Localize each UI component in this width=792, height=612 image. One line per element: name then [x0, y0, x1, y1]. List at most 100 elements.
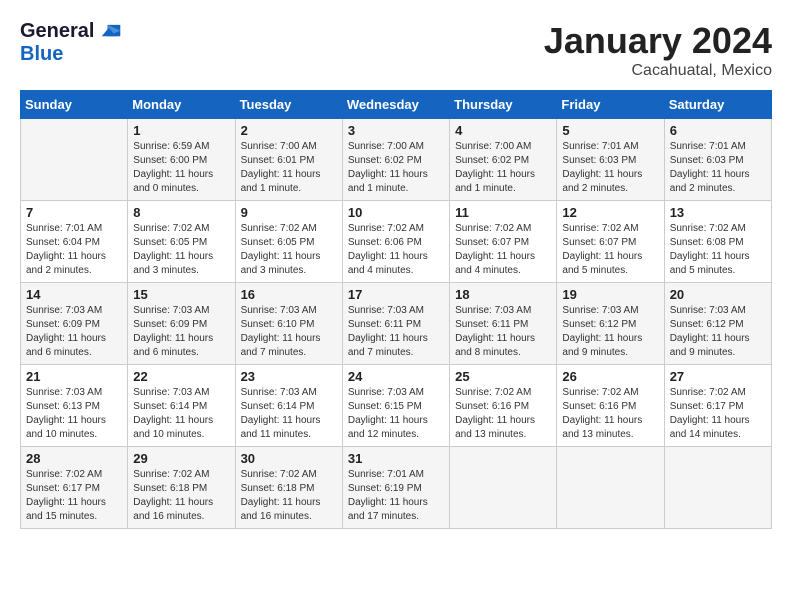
calendar-cell: [557, 447, 664, 529]
calendar-cell: 3 Sunrise: 7:00 AM Sunset: 6:02 PM Daylig…: [342, 119, 449, 201]
day-info: Sunrise: 7:02 AM Sunset: 6:08 PM Dayligh…: [670, 222, 766, 278]
header-monday: Monday: [128, 91, 235, 119]
day-info: Sunrise: 6:59 AM Sunset: 6:00 PM Dayligh…: [133, 140, 229, 196]
day-number: 26: [562, 369, 658, 384]
calendar-cell: 7 Sunrise: 7:01 AM Sunset: 6:04 PM Daylig…: [21, 201, 128, 283]
day-number: 30: [241, 451, 337, 466]
week-row-5: 28Sunrise: 7:02 AM Sunset: 6:17 PM Dayli…: [21, 447, 772, 529]
calendar-cell: 26 Sunrise: 7:02 AM Sunset: 6:16 PM Dayli…: [557, 365, 664, 447]
day-number: 13: [670, 205, 766, 220]
day-number: 4: [455, 123, 551, 138]
day-number: 11: [455, 205, 551, 220]
calendar-cell: 25 Sunrise: 7:02 AM Sunset: 6:16 PM Dayli…: [450, 365, 557, 447]
calendar-cell: 24 Sunrise: 7:03 AM Sunset: 6:15 PM Dayli…: [342, 365, 449, 447]
calendar-cell: 12 Sunrise: 7:02 AM Sunset: 6:07 PM Dayli…: [557, 201, 664, 283]
day-info: Sunrise: 7:02 AM Sunset: 6:05 PM Dayligh…: [241, 222, 337, 278]
calendar-cell: 8 Sunrise: 7:02 AM Sunset: 6:05 PM Daylig…: [128, 201, 235, 283]
day-info: Sunrise: 7:02 AM Sunset: 6:07 PM Dayligh…: [562, 222, 658, 278]
day-number: 7: [26, 205, 122, 220]
calendar-cell: 31Sunrise: 7:01 AM Sunset: 6:19 PM Dayli…: [342, 447, 449, 529]
day-info: Sunrise: 7:02 AM Sunset: 6:05 PM Dayligh…: [133, 222, 229, 278]
day-info: Sunrise: 7:03 AM Sunset: 6:14 PM Dayligh…: [241, 386, 337, 442]
week-row-1: 1Sunrise: 6:59 AM Sunset: 6:00 PM Daylig…: [21, 119, 772, 201]
day-info: Sunrise: 7:03 AM Sunset: 6:14 PM Dayligh…: [133, 386, 229, 442]
day-number: 3: [348, 123, 444, 138]
calendar-cell: 22 Sunrise: 7:03 AM Sunset: 6:14 PM Dayli…: [128, 365, 235, 447]
day-number: 27: [670, 369, 766, 384]
calendar-cell: 1Sunrise: 6:59 AM Sunset: 6:00 PM Daylig…: [128, 119, 235, 201]
day-info: Sunrise: 7:03 AM Sunset: 6:09 PM Dayligh…: [26, 304, 122, 360]
day-info: Sunrise: 7:02 AM Sunset: 6:17 PM Dayligh…: [670, 386, 766, 442]
logo-blue: Blue: [20, 43, 122, 66]
day-info: Sunrise: 7:02 AM Sunset: 6:18 PM Dayligh…: [241, 468, 337, 524]
day-info: Sunrise: 7:00 AM Sunset: 6:02 PM Dayligh…: [348, 140, 444, 196]
calendar-cell: [21, 119, 128, 201]
day-number: 19: [562, 287, 658, 302]
day-info: Sunrise: 7:00 AM Sunset: 6:02 PM Dayligh…: [455, 140, 551, 196]
header-tuesday: Tuesday: [235, 91, 342, 119]
day-number: 28: [26, 451, 122, 466]
week-row-3: 14 Sunrise: 7:03 AM Sunset: 6:09 PM Dayli…: [21, 283, 772, 365]
day-number: 15: [133, 287, 229, 302]
day-info: Sunrise: 7:02 AM Sunset: 6:07 PM Dayligh…: [455, 222, 551, 278]
day-number: 24: [348, 369, 444, 384]
day-number: 22: [133, 369, 229, 384]
logo: General Blue: [20, 20, 122, 66]
header-thursday: Thursday: [450, 91, 557, 119]
day-info: Sunrise: 7:02 AM Sunset: 6:18 PM Dayligh…: [133, 468, 229, 524]
calendar-cell: 21Sunrise: 7:03 AM Sunset: 6:13 PM Dayli…: [21, 365, 128, 447]
calendar-cell: 20 Sunrise: 7:03 AM Sunset: 6:12 PM Dayli…: [664, 283, 771, 365]
title-block: January 2024 Cacahuatal, Mexico: [544, 20, 772, 80]
calendar-cell: 30 Sunrise: 7:02 AM Sunset: 6:18 PM Dayli…: [235, 447, 342, 529]
calendar-table: SundayMondayTuesdayWednesdayThursdayFrid…: [20, 90, 772, 529]
day-info: Sunrise: 7:03 AM Sunset: 6:11 PM Dayligh…: [348, 304, 444, 360]
month-title: January 2024: [544, 20, 772, 62]
day-number: 5: [562, 123, 658, 138]
day-info: Sunrise: 7:03 AM Sunset: 6:15 PM Dayligh…: [348, 386, 444, 442]
day-number: 16: [241, 287, 337, 302]
calendar-cell: 2Sunrise: 7:00 AM Sunset: 6:01 PM Daylig…: [235, 119, 342, 201]
day-info: Sunrise: 7:02 AM Sunset: 6:16 PM Dayligh…: [562, 386, 658, 442]
day-number: 29: [133, 451, 229, 466]
calendar-cell: 18 Sunrise: 7:03 AM Sunset: 6:11 PM Dayli…: [450, 283, 557, 365]
day-info: Sunrise: 7:03 AM Sunset: 6:11 PM Dayligh…: [455, 304, 551, 360]
day-number: 20: [670, 287, 766, 302]
day-number: 23: [241, 369, 337, 384]
day-info: Sunrise: 7:02 AM Sunset: 6:06 PM Dayligh…: [348, 222, 444, 278]
calendar-cell: 13 Sunrise: 7:02 AM Sunset: 6:08 PM Dayli…: [664, 201, 771, 283]
calendar-cell: 6Sunrise: 7:01 AM Sunset: 6:03 PM Daylig…: [664, 119, 771, 201]
header-friday: Friday: [557, 91, 664, 119]
day-number: 21: [26, 369, 122, 384]
day-number: 9: [241, 205, 337, 220]
calendar-cell: 16 Sunrise: 7:03 AM Sunset: 6:10 PM Dayli…: [235, 283, 342, 365]
day-info: Sunrise: 7:03 AM Sunset: 6:12 PM Dayligh…: [670, 304, 766, 360]
calendar-cell: 11 Sunrise: 7:02 AM Sunset: 6:07 PM Dayli…: [450, 201, 557, 283]
calendar-cell: [664, 447, 771, 529]
logo-text: General: [20, 20, 122, 43]
day-info: Sunrise: 7:03 AM Sunset: 6:09 PM Dayligh…: [133, 304, 229, 360]
header-sunday: Sunday: [21, 91, 128, 119]
calendar-cell: 28Sunrise: 7:02 AM Sunset: 6:17 PM Dayli…: [21, 447, 128, 529]
calendar-cell: 10Sunrise: 7:02 AM Sunset: 6:06 PM Dayli…: [342, 201, 449, 283]
day-number: 17: [348, 287, 444, 302]
calendar-cell: 17 Sunrise: 7:03 AM Sunset: 6:11 PM Dayli…: [342, 283, 449, 365]
day-number: 8: [133, 205, 229, 220]
day-number: 12: [562, 205, 658, 220]
calendar-cell: 9 Sunrise: 7:02 AM Sunset: 6:05 PM Daylig…: [235, 201, 342, 283]
calendar-cell: 27 Sunrise: 7:02 AM Sunset: 6:17 PM Dayli…: [664, 365, 771, 447]
day-info: Sunrise: 7:03 AM Sunset: 6:10 PM Dayligh…: [241, 304, 337, 360]
day-number: 14: [26, 287, 122, 302]
week-row-4: 21Sunrise: 7:03 AM Sunset: 6:13 PM Dayli…: [21, 365, 772, 447]
calendar-cell: 29 Sunrise: 7:02 AM Sunset: 6:18 PM Dayli…: [128, 447, 235, 529]
header-wednesday: Wednesday: [342, 91, 449, 119]
day-info: Sunrise: 7:01 AM Sunset: 6:04 PM Dayligh…: [26, 222, 122, 278]
calendar-cell: 14 Sunrise: 7:03 AM Sunset: 6:09 PM Dayli…: [21, 283, 128, 365]
day-info: Sunrise: 7:02 AM Sunset: 6:16 PM Dayligh…: [455, 386, 551, 442]
day-number: 18: [455, 287, 551, 302]
calendar-cell: 19Sunrise: 7:03 AM Sunset: 6:12 PM Dayli…: [557, 283, 664, 365]
location-subtitle: Cacahuatal, Mexico: [544, 62, 772, 80]
calendar-header-row: SundayMondayTuesdayWednesdayThursdayFrid…: [21, 91, 772, 119]
calendar-cell: 5Sunrise: 7:01 AM Sunset: 6:03 PM Daylig…: [557, 119, 664, 201]
day-number: 25: [455, 369, 551, 384]
day-info: Sunrise: 7:01 AM Sunset: 6:03 PM Dayligh…: [670, 140, 766, 196]
